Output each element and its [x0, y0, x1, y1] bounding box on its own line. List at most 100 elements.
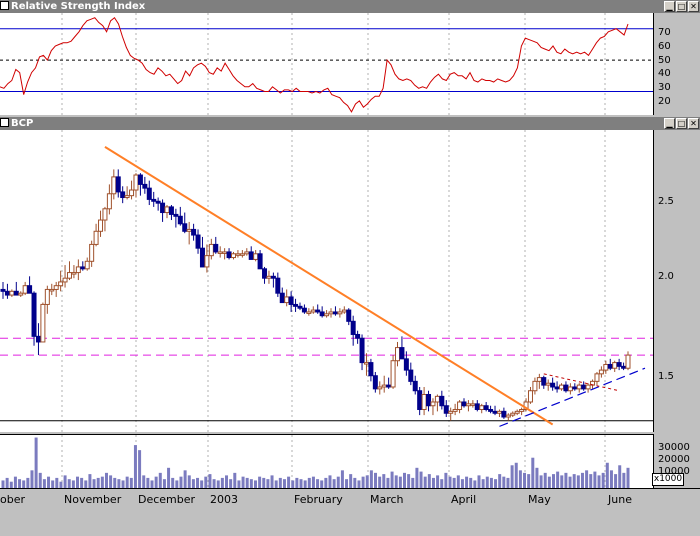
volume-chart — [1, 435, 630, 488]
volume-plot-area[interactable] — [0, 434, 654, 488]
rsi-maximize-button[interactable]: □ — [676, 1, 687, 12]
candle-body — [40, 303, 46, 343]
month-label: June — [607, 493, 632, 506]
month-label: February — [294, 493, 343, 506]
price-tick-label: 1.5 — [658, 371, 674, 382]
downtrend-line — [104, 146, 554, 426]
volume-bar — [444, 472, 448, 488]
volume-bar — [622, 472, 626, 488]
volume-bar — [67, 479, 71, 488]
candle-body — [266, 275, 272, 279]
candle-body — [612, 362, 618, 369]
volume-bar — [560, 475, 564, 488]
candle-body — [142, 183, 148, 189]
candle-body — [417, 390, 423, 410]
rsi-tick-label: 70 — [658, 27, 671, 38]
rsi-tick-label: 60 — [658, 41, 671, 52]
candle-body — [124, 195, 130, 199]
rsi-panel-titlebar[interactable]: Relative Strength Index ▁ □ ✕ — [0, 0, 700, 13]
volume-bar — [229, 479, 233, 488]
candle-body — [146, 187, 152, 200]
rsi-tick-label: 30 — [658, 82, 671, 93]
candle-body — [93, 230, 99, 245]
volume-bar — [191, 479, 195, 488]
candle-body — [572, 386, 578, 390]
candle-body — [381, 384, 387, 388]
price-close-button[interactable]: ✕ — [688, 118, 699, 129]
volume-tick-label: 20000 — [658, 454, 690, 465]
volume-bar — [262, 477, 266, 488]
volume-bar — [249, 479, 253, 488]
volume-bar — [465, 476, 469, 488]
candle-body — [545, 382, 551, 386]
volume-bar — [556, 471, 560, 488]
candle-body — [151, 198, 157, 202]
volume-bar — [183, 470, 187, 488]
volume-bar — [117, 479, 121, 488]
rsi-close-button[interactable]: ✕ — [688, 1, 699, 12]
candle-body — [581, 384, 587, 390]
volume-bar — [340, 470, 344, 488]
panel-close-box[interactable] — [0, 1, 9, 10]
candle-body — [18, 292, 24, 296]
volume-bar — [26, 477, 30, 488]
candle-body — [439, 395, 445, 407]
volume-bar — [179, 476, 183, 488]
candle-body — [403, 358, 409, 371]
volume-bar — [270, 475, 274, 488]
candle-body — [554, 386, 560, 390]
candle-body — [452, 408, 458, 412]
candle-body — [368, 362, 374, 377]
volume-bar — [241, 476, 245, 488]
price-maximize-button[interactable]: □ — [676, 118, 687, 129]
price-minimize-button[interactable]: ▁ — [664, 118, 675, 129]
volume-bar — [47, 476, 51, 488]
volume-bar — [518, 470, 522, 488]
candle-body — [230, 253, 236, 259]
rsi-minimize-button[interactable]: ▁ — [664, 1, 675, 12]
candle-body — [496, 410, 502, 414]
candle-body — [235, 253, 241, 256]
volume-bar — [585, 470, 589, 488]
volume-unit-label: x1000 — [652, 473, 684, 486]
volume-bar — [100, 476, 104, 488]
candle-body — [324, 313, 330, 317]
candle-body — [4, 290, 10, 296]
volume-bar — [266, 479, 270, 488]
rsi-plot-area[interactable] — [0, 13, 654, 115]
candle-body — [186, 228, 192, 232]
rsi-chart — [0, 13, 653, 115]
rsi-series-line — [0, 16, 629, 113]
volume-bar — [196, 477, 200, 488]
volume-bar — [361, 476, 365, 488]
volume-bar — [332, 479, 336, 488]
volume-bar — [18, 479, 22, 488]
candle-body — [341, 309, 347, 313]
candle-body — [137, 174, 143, 185]
volume-bar — [374, 472, 378, 488]
month-label: March — [370, 493, 404, 506]
volume-bar — [498, 474, 502, 488]
volume-bar — [460, 479, 464, 488]
candle-body — [510, 412, 516, 416]
volume-bar — [220, 477, 224, 488]
candle-body — [58, 281, 64, 287]
volume-bar — [469, 477, 473, 488]
volume-bar — [597, 475, 601, 488]
candle-body — [288, 296, 294, 305]
price-plot-area[interactable] — [0, 130, 654, 432]
candle-body — [470, 403, 476, 406]
month-label: April — [451, 493, 476, 506]
candle-body — [399, 347, 405, 360]
volume-bar — [34, 437, 38, 488]
candle-body — [559, 384, 565, 390]
candle-body — [607, 363, 613, 369]
panel-close-box[interactable] — [0, 118, 9, 127]
volume-bar — [92, 479, 96, 488]
volume-bar — [80, 477, 84, 488]
volume-tick-label: 30000 — [658, 442, 690, 453]
candle-body — [310, 309, 316, 313]
price-panel-titlebar[interactable]: BCP ▁ □ ✕ — [0, 117, 700, 130]
volume-bar — [411, 477, 415, 488]
candle-body — [226, 251, 232, 259]
